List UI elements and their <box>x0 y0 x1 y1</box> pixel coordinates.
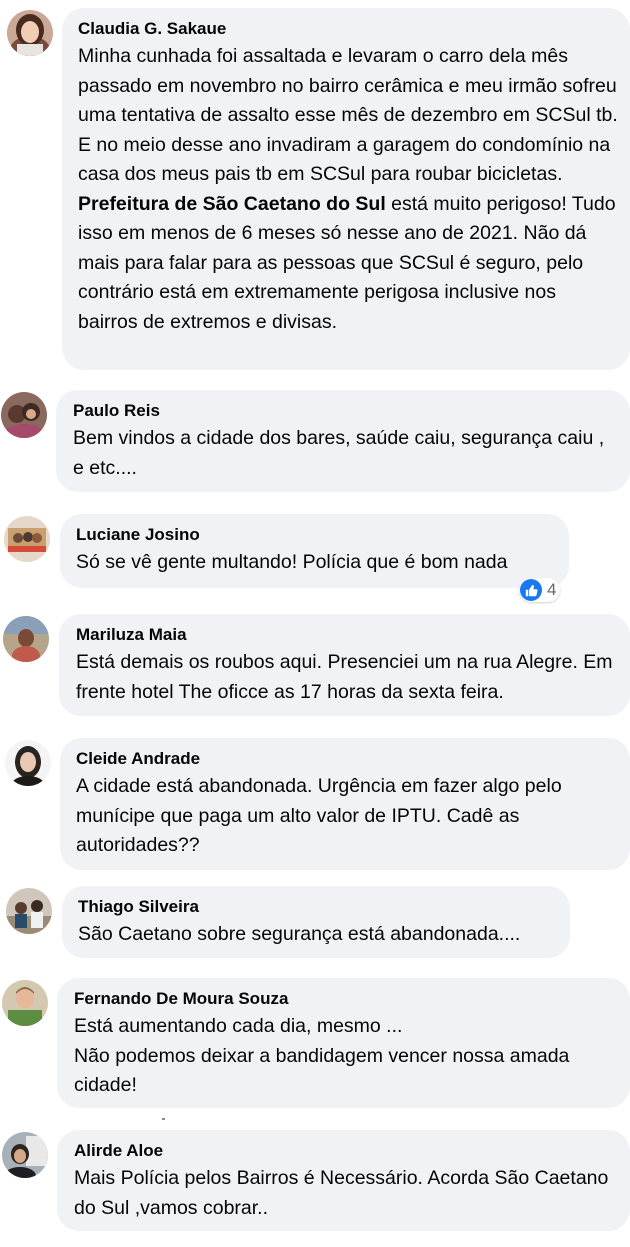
divider-mark <box>162 1118 165 1120</box>
comment-author[interactable]: Fernando De Moura Souza <box>74 988 622 1010</box>
comment-text: Mais Polícia pelos Bairros é Necessário.… <box>74 1167 609 1219</box>
comment-author[interactable]: Alirde Aloe <box>74 1140 622 1162</box>
comment-bubble: Cleide Andrade A cidade está abandonada.… <box>60 738 630 870</box>
comment-author[interactable]: Luciane Josino <box>76 524 557 546</box>
comment-author[interactable]: Cleide Andrade <box>76 748 620 770</box>
comment-text: A cidade está abandonada. Urgência em fa… <box>76 775 562 856</box>
comment-text: Só se vê gente multando! Polícia que é b… <box>76 551 508 573</box>
comment-text-line: Está aumentando cada dia, mesmo ... <box>74 1015 403 1037</box>
avatar[interactable] <box>3 616 49 662</box>
comment-text: Está aumentando cada dia, mesmo ... Não … <box>74 1012 622 1101</box>
comment-bubble: Alirde Aloe Mais Polícia pelos Bairros é… <box>57 1130 630 1231</box>
comment-bubble: Thiago Silveira São Caetano sobre segura… <box>62 886 570 958</box>
comment-text: Está demais os roubos aqui. Presenciei u… <box>76 651 613 703</box>
like-icon <box>520 579 542 601</box>
comment-author[interactable]: Paulo Reis <box>73 400 610 422</box>
avatar[interactable] <box>1 392 47 438</box>
avatar[interactable] <box>2 1132 48 1178</box>
avatar[interactable] <box>5 740 51 786</box>
comment-author[interactable]: Claudia G. Sakaue <box>78 18 620 40</box>
reaction-count: 4 <box>547 580 557 599</box>
comment-author[interactable]: Thiago Silveira <box>78 896 560 918</box>
avatar[interactable] <box>4 516 50 562</box>
avatar[interactable] <box>6 888 52 934</box>
comment-bubble: Mariluza Maia Está demais os roubos aqui… <box>59 614 630 716</box>
comment-bubble: Luciane Josino Só se vê gente multando! … <box>60 514 569 588</box>
reaction-badge[interactable]: 4 <box>519 578 561 602</box>
comment-author[interactable]: Mariluza Maia <box>76 624 622 646</box>
avatar[interactable] <box>2 980 48 1026</box>
mention-link[interactable]: Prefeitura de São Caetano do Sul <box>78 193 386 215</box>
comment-text: Minha cunhada foi assaltada e levaram o … <box>78 45 618 333</box>
comment-text: Bem vindos a cidade dos bares, saúde cai… <box>73 427 605 479</box>
comment-bubble: Fernando De Moura Souza Está aumentando … <box>57 978 630 1108</box>
comment-bubble: Claudia G. Sakaue Minha cunhada foi assa… <box>62 8 630 370</box>
comment-text-line: Não podemos deixar a bandidagem vencer n… <box>74 1044 570 1097</box>
comment-bubble: Paulo Reis Bem vindos a cidade dos bares… <box>56 390 630 492</box>
comment-text: São Caetano sobre segurança está abandon… <box>78 923 521 945</box>
avatar[interactable] <box>7 10 53 56</box>
